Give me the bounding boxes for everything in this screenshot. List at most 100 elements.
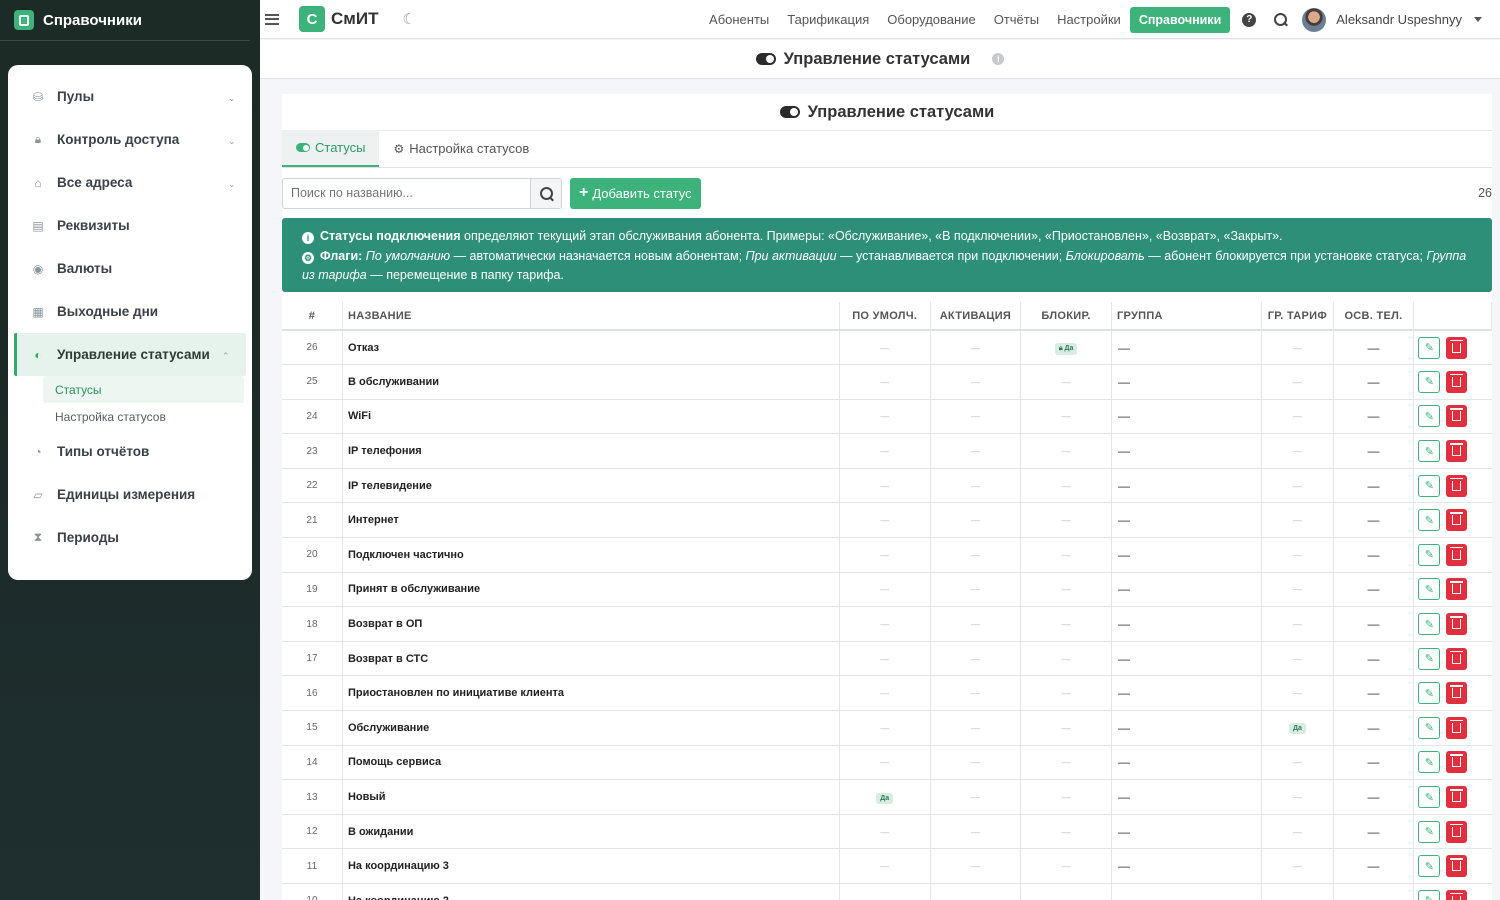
edit-pencil-icon[interactable]: ✎	[1418, 716, 1441, 739]
table-row[interactable]: 16 Приостановлен по инициативе клиента — — —…	[282, 675, 1492, 712]
table-row[interactable]: 19 Принят в обслуживание — — — — — — ✎	[282, 572, 1492, 608]
col-block[interactable]: БЛОКИР.	[1020, 302, 1112, 331]
sidebar-subitem[interactable]: Статусы	[43, 376, 244, 403]
logo-text[interactable]: СмИТ	[331, 9, 378, 29]
col-activation[interactable]: АКТИВАЦИЯ	[930, 302, 1022, 331]
table-row[interactable]: 10На координацию 2 — — — — — — ✎	[282, 883, 1492, 900]
delete-trash-icon[interactable]	[1446, 786, 1468, 809]
edit-pencil-icon[interactable]: ✎	[1418, 855, 1441, 878]
delete-trash-icon[interactable]	[1446, 751, 1468, 774]
edit-pencil-icon[interactable]: ✎	[1418, 786, 1441, 809]
table-row[interactable]: 17 Возврат в СТС — — — — — — ✎	[282, 641, 1492, 677]
edit-pencil-icon[interactable]: ✎	[1418, 336, 1441, 359]
sidebar-item[interactable]: ⛁ Пулы ⌄	[8, 75, 252, 118]
table-row[interactable]: 12 В ожидании — — — — — — ✎	[282, 814, 1492, 850]
user-name[interactable]: Aleksandr Uspeshnyy	[1336, 12, 1462, 27]
table-row[interactable]: 22 IP телевидение — — — — — — ✎	[282, 468, 1492, 504]
table-row[interactable]: 14 Помощь сервиса — — — — — — ✎	[282, 745, 1492, 781]
nav-link[interactable]: Справочники	[1129, 6, 1231, 33]
table-row[interactable]: 11 На координацию 3 — — — — — — ✎	[282, 848, 1492, 884]
empty-dash: —	[880, 480, 890, 491]
sidebar-item[interactable]: ▱ Единицы измерения	[8, 473, 252, 516]
table-row[interactable]: 21 Интернет — — — — — — ✎	[282, 502, 1492, 539]
dark-mode-moon-icon[interactable]: ☾	[402, 10, 415, 28]
edit-pencil-icon[interactable]: ✎	[1418, 613, 1441, 636]
search-button[interactable]	[530, 178, 561, 208]
sidebar-brand[interactable]: Справочники	[0, 0, 250, 41]
col-free-phone[interactable]: ОСВ. ТЕЛ.	[1333, 302, 1415, 331]
empty-value: —	[1367, 755, 1380, 770]
delete-trash-icon[interactable]	[1446, 820, 1468, 843]
delete-trash-icon[interactable]	[1446, 716, 1468, 739]
col-group[interactable]: ГРУППА	[1111, 302, 1263, 331]
sidebar-item[interactable]: ◉ Валюты	[8, 247, 252, 290]
sidebar-item[interactable]: ▦ Выходные дни	[8, 290, 252, 333]
nav-link[interactable]: Оборудование	[887, 12, 975, 27]
delete-trash-icon[interactable]	[1446, 855, 1468, 878]
col-tariff-group[interactable]: ГР. ТАРИФ	[1261, 302, 1334, 331]
delete-trash-icon[interactable]	[1446, 889, 1468, 900]
delete-trash-icon[interactable]	[1446, 474, 1468, 497]
nav-link[interactable]: Тарификация	[787, 12, 869, 27]
sidebar-item[interactable]: ◔ Типы отчётов	[8, 430, 252, 473]
search-input[interactable]	[283, 178, 530, 208]
sidebar-item[interactable]: ⧗ Периоды	[8, 516, 252, 559]
edit-pencil-icon[interactable]: ✎	[1418, 820, 1441, 843]
edit-pencil-icon[interactable]: ✎	[1418, 509, 1441, 532]
search-icon[interactable]	[1274, 12, 1288, 27]
page-header: Управление статусами i	[260, 40, 1500, 79]
table-row[interactable]: 15 Обслуживание — — — — Да — ✎	[282, 710, 1492, 746]
edit-pencil-icon[interactable]: ✎	[1418, 682, 1441, 705]
table-row[interactable]: 24 WiFi — — — — — — ✎	[282, 399, 1492, 435]
table-row[interactable]: 20 Подключен частично — — — — — — ✎	[282, 537, 1492, 573]
delete-trash-icon[interactable]	[1446, 336, 1468, 359]
sidebar-item[interactable]: ⌂ Все адреса ⌄	[8, 161, 252, 204]
chevron-down-icon[interactable]	[1474, 17, 1482, 22]
edit-pencil-icon[interactable]: ✎	[1418, 578, 1441, 601]
tab-status-settings[interactable]: ⚙ Настройка статусов	[379, 130, 543, 167]
edit-pencil-icon[interactable]: ✎	[1418, 647, 1441, 670]
page-title: Управление статусами	[783, 49, 971, 68]
chevron-down-icon: ⌄	[228, 178, 236, 189]
edit-pencil-icon[interactable]: ✎	[1418, 751, 1441, 774]
delete-trash-icon[interactable]	[1446, 370, 1468, 393]
edit-pencil-icon[interactable]: ✎	[1418, 405, 1441, 428]
table-row[interactable]: 26 Отказ — — 🔒︎ Да — — — ✎	[282, 330, 1492, 366]
sidebar-item[interactable]: 🔒︎ Контроль доступа ⌄	[8, 118, 252, 161]
sidebar-menu: ⛁ Пулы ⌄ 🔒︎ Контроль доступа ⌄ ⌂ Все адреса ⌄ ▤ Ре…	[8, 65, 252, 580]
table-row[interactable]: 18 Возврат в ОП — — — — — — ✎	[282, 606, 1492, 642]
sidebar-subitem[interactable]: Настройка статусов	[8, 403, 252, 430]
sidebar-item[interactable]: ▤ Реквизиты	[8, 204, 252, 247]
row-default: —	[839, 433, 931, 469]
nav-link[interactable]: Настройки	[1057, 12, 1121, 27]
sidebar-item[interactable]: ◐ Управление статусами ⌃	[14, 333, 246, 376]
edit-pencil-icon[interactable]: ✎	[1418, 474, 1441, 497]
logo-icon[interactable]: С	[299, 6, 325, 32]
delete-trash-icon[interactable]	[1446, 578, 1468, 601]
col-default[interactable]: ПО УМОЛЧ.	[839, 302, 931, 331]
col-id[interactable]: #	[282, 302, 343, 331]
delete-trash-icon[interactable]	[1446, 613, 1468, 636]
delete-trash-icon[interactable]	[1446, 543, 1468, 566]
table-row[interactable]: 13 Новый Да — — — — — ✎	[282, 779, 1492, 815]
edit-pencil-icon[interactable]: ✎	[1418, 440, 1441, 463]
delete-trash-icon[interactable]	[1446, 682, 1468, 705]
nav-link[interactable]: Абоненты	[709, 12, 769, 27]
add-status-button[interactable]: + Добавить статус	[570, 177, 701, 209]
edit-pencil-icon[interactable]: ✎	[1418, 370, 1441, 393]
delete-trash-icon[interactable]	[1446, 509, 1468, 532]
menu-toggle-icon[interactable]	[265, 11, 279, 27]
tab-statuses[interactable]: Статусы	[282, 130, 380, 167]
nav-link[interactable]: Отчёты	[994, 12, 1039, 27]
edit-pencil-icon[interactable]: ✎	[1418, 543, 1441, 566]
delete-trash-icon[interactable]	[1446, 440, 1468, 463]
avatar[interactable]	[1302, 7, 1327, 32]
delete-trash-icon[interactable]	[1446, 405, 1468, 428]
table-row[interactable]: 25 В обслуживании — — — — — — ✎	[282, 364, 1492, 400]
edit-pencil-icon[interactable]: ✎	[1418, 889, 1441, 900]
col-name[interactable]: НАЗВАНИЕ	[342, 302, 840, 331]
delete-trash-icon[interactable]	[1446, 647, 1468, 670]
table-row[interactable]: 23 IP телефония — — — — — — ✎	[282, 433, 1492, 469]
info-icon[interactable]: i	[992, 53, 1005, 65]
help-icon[interactable]: ?	[1242, 12, 1257, 27]
